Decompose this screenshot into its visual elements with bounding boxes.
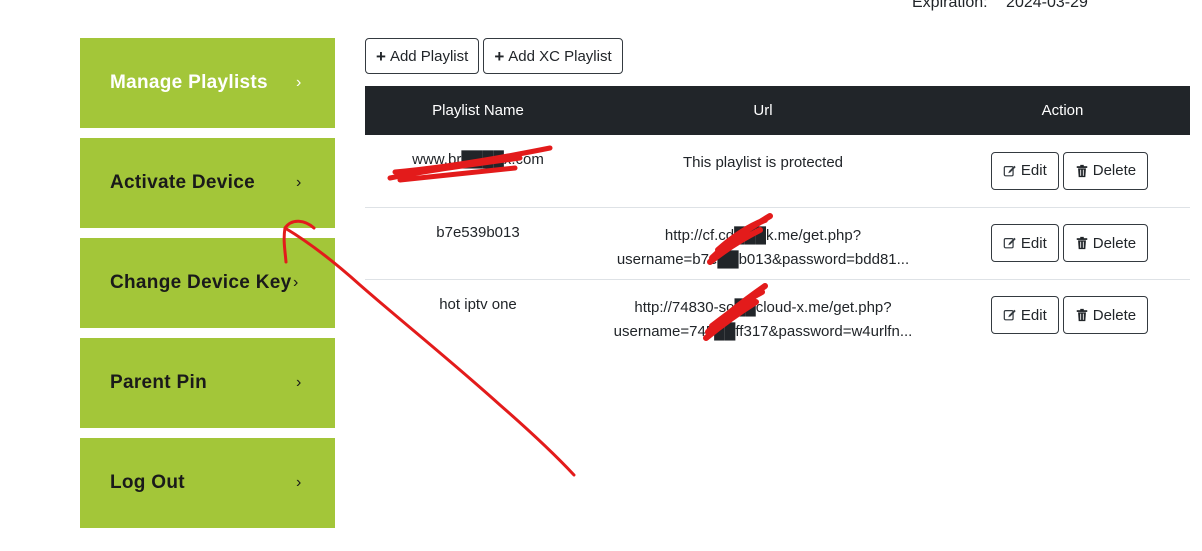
chevron-right-icon: › (296, 74, 302, 91)
add-xc-playlist-button[interactable]: + Add XC Playlist (483, 38, 623, 74)
expiration-label: Expiration: (912, 0, 988, 11)
playlist-toolbar: + Add Playlist + Add XC Playlist (365, 38, 623, 74)
table-header-row: Playlist Name Url Action (365, 86, 1190, 135)
playlist-table: Playlist Name Url Action www.br████x.com… (365, 86, 1190, 351)
sidebar-item-parent-pin[interactable]: Parent Pin › (80, 338, 335, 428)
delete-button[interactable]: Delete (1062, 151, 1149, 190)
table-row: b7e539b013 http://cf.cd███k.me/get.php? … (365, 206, 1190, 279)
edit-button[interactable]: Edit (990, 224, 1059, 262)
sidebar-item-log-out[interactable]: Log Out › (80, 438, 335, 528)
edit-label: Edit (1020, 306, 1047, 324)
delete-button[interactable]: Delete (1062, 224, 1149, 262)
sidebar-item-label: Parent Pin (110, 372, 207, 393)
sidebar-item-activate-device[interactable]: Activate Device › (80, 138, 335, 228)
edit-button[interactable]: Edit (990, 151, 1059, 190)
playlist-url-cell: This playlist is protected (591, 135, 935, 207)
sidebar-item-manage-playlists[interactable]: Manage Playlists › (80, 38, 335, 128)
expiration-value: 2024-03-29 (1006, 0, 1088, 11)
chevron-right-icon: › (296, 174, 302, 191)
sidebar-item-change-device-key[interactable]: Change Device Key › (80, 238, 335, 328)
sidebar-menu: Manage Playlists › Activate Device › Cha… (80, 38, 335, 538)
playlist-table-container: Playlist Name Url Action www.br████x.com… (365, 86, 1190, 351)
table-row: hot iptv one http://74830-so██cloud-x.me… (365, 278, 1190, 351)
chevron-right-icon: › (296, 474, 302, 491)
playlist-name-cell: www.br████x.com (412, 151, 544, 168)
sidebar-item-label: Log Out (110, 472, 185, 493)
url-line-1: This playlist is protected (682, 154, 844, 171)
delete-button[interactable]: Delete (1062, 296, 1149, 335)
edit-icon (1003, 165, 1016, 177)
edit-icon (1003, 237, 1016, 249)
add-playlist-button[interactable]: + Add Playlist (365, 38, 480, 74)
url-line-1: http://cf.cd███k.me/get.php? (664, 226, 862, 244)
chevron-right-icon: › (293, 274, 299, 291)
plus-icon: + (376, 46, 386, 66)
delete-label: Delete (1092, 306, 1137, 324)
edit-label: Edit (1020, 162, 1047, 180)
plus-icon: + (494, 46, 505, 66)
column-header-action: Action (1041, 102, 1084, 119)
column-header-url: Url (753, 102, 773, 119)
sidebar-item-label: Activate Device (110, 172, 255, 193)
playlist-action-cell: Edit Delete (935, 278, 1190, 351)
chevron-right-icon: › (296, 374, 302, 391)
add-xc-playlist-label: Add XC Playlist (508, 47, 612, 65)
delete-label: Delete (1092, 162, 1137, 180)
sidebar-item-label: Manage Playlists (110, 72, 268, 93)
edit-label: Edit (1020, 234, 1047, 252)
table-row: www.br████x.com This playlist is protect… (365, 135, 1190, 207)
playlist-action-cell: Edit Delete (935, 135, 1190, 207)
edit-icon (1003, 310, 1016, 321)
add-playlist-label: Add Playlist (389, 47, 469, 65)
playlist-action-cell: Edit Delete (935, 206, 1190, 279)
trash-icon (1076, 236, 1087, 250)
expiration-info: Expiration: 2024-03-29 (912, 0, 1088, 12)
edit-button[interactable]: Edit (990, 296, 1059, 335)
delete-label: Delete (1092, 234, 1137, 252)
trash-icon (1076, 309, 1087, 322)
trash-icon (1076, 164, 1087, 177)
playlist-name-cell: hot iptv one (365, 278, 591, 351)
playlist-url-cell: http://74830-so██cloud-x.me/get.php? use… (591, 278, 935, 351)
playlist-url-cell: http://cf.cd███k.me/get.php? username=b7… (591, 206, 935, 279)
playlist-name-cell: b7e539b013 (365, 206, 591, 279)
column-header-playlist-name: Playlist Name (432, 102, 524, 119)
sidebar-item-label: Change Device Key (110, 272, 292, 293)
url-line-2: username=b7e██b013&password=bdd81... (616, 250, 910, 268)
url-line-1: http://74830-so██cloud-x.me/get.php? (634, 298, 892, 316)
url-line-2: username=745██ff317&password=w4urlfn... (613, 322, 913, 340)
